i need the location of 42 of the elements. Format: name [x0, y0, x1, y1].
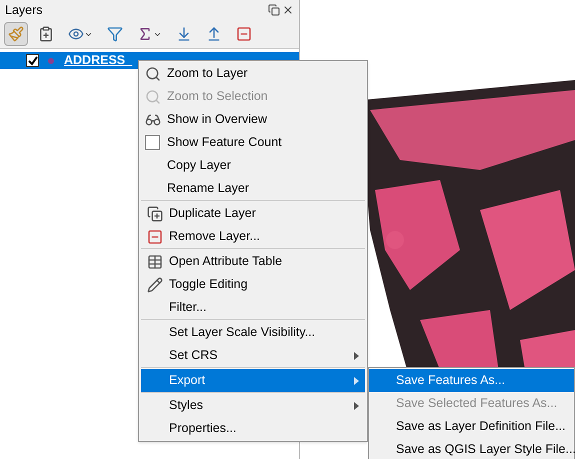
menu-item[interactable]: Set Layer Scale Visibility...	[141, 321, 365, 344]
menu-item[interactable]: Remove Layer...	[141, 225, 365, 248]
menu-item[interactable]: Duplicate Layer	[141, 202, 365, 225]
menu-item[interactable]: Show in Overview	[139, 108, 367, 131]
menu-item[interactable]: Set CRS	[141, 344, 365, 367]
menu-item[interactable]: Filter...	[141, 296, 365, 319]
duplicate-icon	[147, 206, 163, 222]
menu-item[interactable]: Save Features As...	[369, 369, 574, 392]
arrow-up-icon	[206, 26, 222, 42]
pencil-icon	[147, 276, 163, 292]
clipboard-plus-icon	[38, 26, 54, 42]
checkbox[interactable]	[145, 135, 160, 150]
layer-name: ADDRESS_	[64, 52, 132, 70]
submenu-arrow-icon	[354, 402, 359, 410]
menu-item[interactable]: Toggle Editing	[141, 273, 365, 296]
glasses-icon	[145, 112, 161, 128]
table-icon	[147, 254, 163, 270]
menu-item[interactable]: Zoom to Layer	[139, 62, 367, 85]
menu-item[interactable]: Save as QGIS Layer Style File...	[369, 438, 574, 459]
float-icon[interactable]	[268, 4, 280, 16]
menu-item[interactable]: Properties...	[141, 417, 365, 440]
magnifier-icon	[145, 66, 161, 82]
menu-item[interactable]: Copy Layer	[139, 154, 367, 177]
eye-icon	[68, 26, 84, 42]
panel-title: Layers	[5, 2, 44, 19]
square-minus-icon	[147, 228, 163, 244]
paintbrush-icon	[8, 26, 24, 42]
square-minus-icon	[236, 26, 252, 42]
submenu-arrow-icon	[354, 352, 359, 360]
arrow-down-icon	[176, 26, 192, 42]
menu-item[interactable]: Show Feature Count	[139, 131, 367, 154]
menu-item[interactable]: Open Attribute Table	[141, 250, 365, 273]
close-icon[interactable]	[282, 4, 294, 16]
checkbox[interactable]	[26, 54, 39, 67]
menu-item[interactable]: Export	[141, 369, 365, 392]
point-symbol-icon	[48, 58, 54, 64]
menu-item[interactable]: Save as Layer Definition File...	[369, 415, 574, 438]
submenu-arrow-icon	[354, 376, 359, 384]
menu-item[interactable]: Rename Layer	[139, 177, 367, 200]
menu-item[interactable]: Styles	[141, 394, 365, 417]
magnifier-icon	[145, 88, 161, 104]
filter-icon	[107, 26, 123, 42]
